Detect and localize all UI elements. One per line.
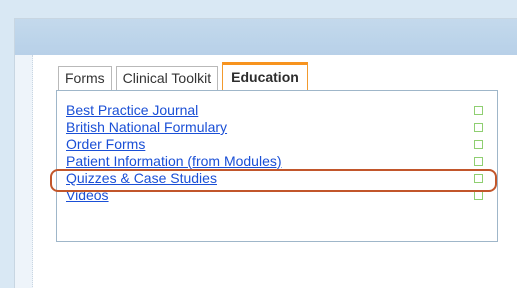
checkbox-british-national-formulary[interactable] bbox=[474, 123, 483, 132]
link-videos[interactable]: Videos bbox=[66, 187, 109, 203]
link-quizzes-case-studies[interactable]: Quizzes & Case Studies bbox=[66, 170, 217, 186]
screenshot-canvas: Forms Clinical Toolkit Education Best Pr… bbox=[0, 0, 517, 288]
checkbox-patient-information[interactable] bbox=[474, 157, 483, 166]
education-link-list: Best Practice Journal British National F… bbox=[66, 102, 490, 204]
top-bar bbox=[0, 0, 517, 18]
panel-header bbox=[15, 19, 517, 55]
list-item: Patient Information (from Modules) bbox=[66, 153, 490, 170]
list-item: Best Practice Journal bbox=[66, 102, 490, 119]
tab-education[interactable]: Education bbox=[222, 62, 308, 90]
list-item: Order Forms bbox=[66, 136, 490, 153]
checkbox-videos[interactable] bbox=[474, 191, 483, 200]
link-patient-information[interactable]: Patient Information (from Modules) bbox=[66, 153, 282, 169]
checkbox-quizzes-case-studies[interactable] bbox=[474, 174, 483, 183]
tab-forms[interactable]: Forms bbox=[58, 66, 112, 90]
checkbox-order-forms[interactable] bbox=[474, 140, 483, 149]
link-best-practice-journal[interactable]: Best Practice Journal bbox=[66, 102, 198, 118]
education-links-box: Best Practice Journal British National F… bbox=[56, 90, 498, 242]
list-item: Quizzes & Case Studies bbox=[66, 170, 490, 187]
list-item: Videos bbox=[66, 187, 490, 204]
tab-clinical-toolkit[interactable]: Clinical Toolkit bbox=[115, 66, 219, 90]
link-british-national-formulary[interactable]: British National Formulary bbox=[66, 119, 227, 135]
tab-strip: Forms Clinical Toolkit Education bbox=[58, 62, 312, 90]
list-item: British National Formulary bbox=[66, 119, 490, 136]
panel-side-stripe bbox=[15, 55, 33, 288]
checkbox-best-practice-journal[interactable] bbox=[474, 106, 483, 115]
link-order-forms[interactable]: Order Forms bbox=[66, 136, 145, 152]
